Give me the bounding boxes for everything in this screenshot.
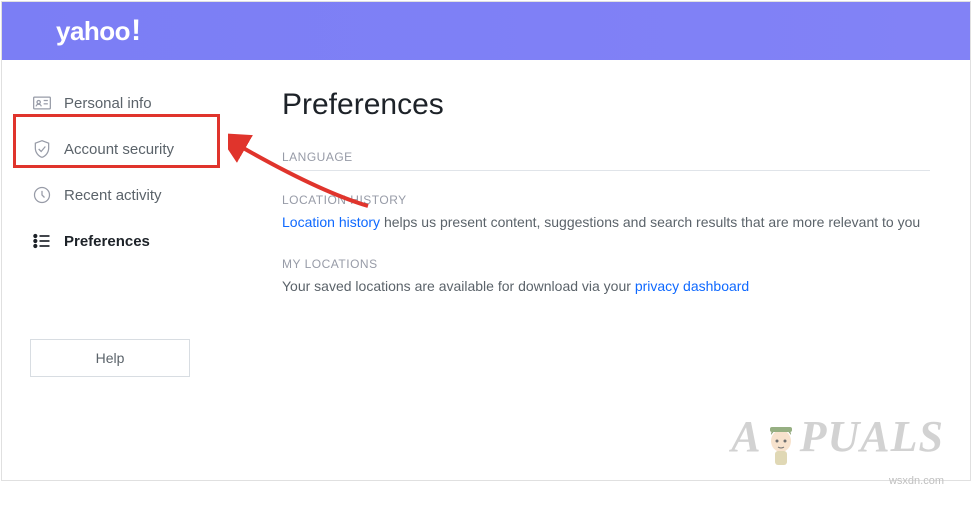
sidebar-item-account-security[interactable]: Account security [22,126,234,172]
sidebar-item-label: Recent activity [64,187,162,204]
privacy-dashboard-link[interactable]: privacy dashboard [635,278,749,294]
sidebar: Personal info Account security Recent ac… [2,60,254,480]
sidebar-item-label: Personal info [64,95,152,112]
annotation-arrow [228,131,383,211]
section-mylocations-label: MY LOCATIONS [282,257,930,271]
id-card-icon [32,93,64,113]
site-watermark: wsxdn.com [889,475,944,487]
mascot-icon [762,423,800,472]
header: yahoo ! [2,2,970,60]
mylocations-desc: Your saved locations are available for d… [282,278,635,294]
clock-icon [32,185,64,205]
logo-bang: ! [131,14,141,48]
location-history-desc: helps us present content, suggestions an… [380,214,920,230]
location-history-link[interactable]: Location history [282,214,380,230]
page-title: Preferences [282,88,930,122]
location-history-text: Location history helps us present conten… [282,213,930,233]
yahoo-logo[interactable]: yahoo ! [56,14,141,48]
mylocations-text: Your saved locations are available for d… [282,277,930,297]
sidebar-item-label: Account security [64,141,174,158]
list-icon [32,231,64,251]
logo-text: yahoo [56,16,130,47]
sidebar-item-recent-activity[interactable]: Recent activity [22,172,234,218]
sidebar-item-personal-info[interactable]: Personal info [22,80,234,126]
watermark: APUALS [731,411,944,472]
help-label: Help [96,350,125,366]
sidebar-item-label: Preferences [64,233,150,250]
help-button[interactable]: Help [30,339,190,377]
sidebar-item-preferences[interactable]: Preferences [22,218,234,264]
shield-check-icon [32,139,64,159]
